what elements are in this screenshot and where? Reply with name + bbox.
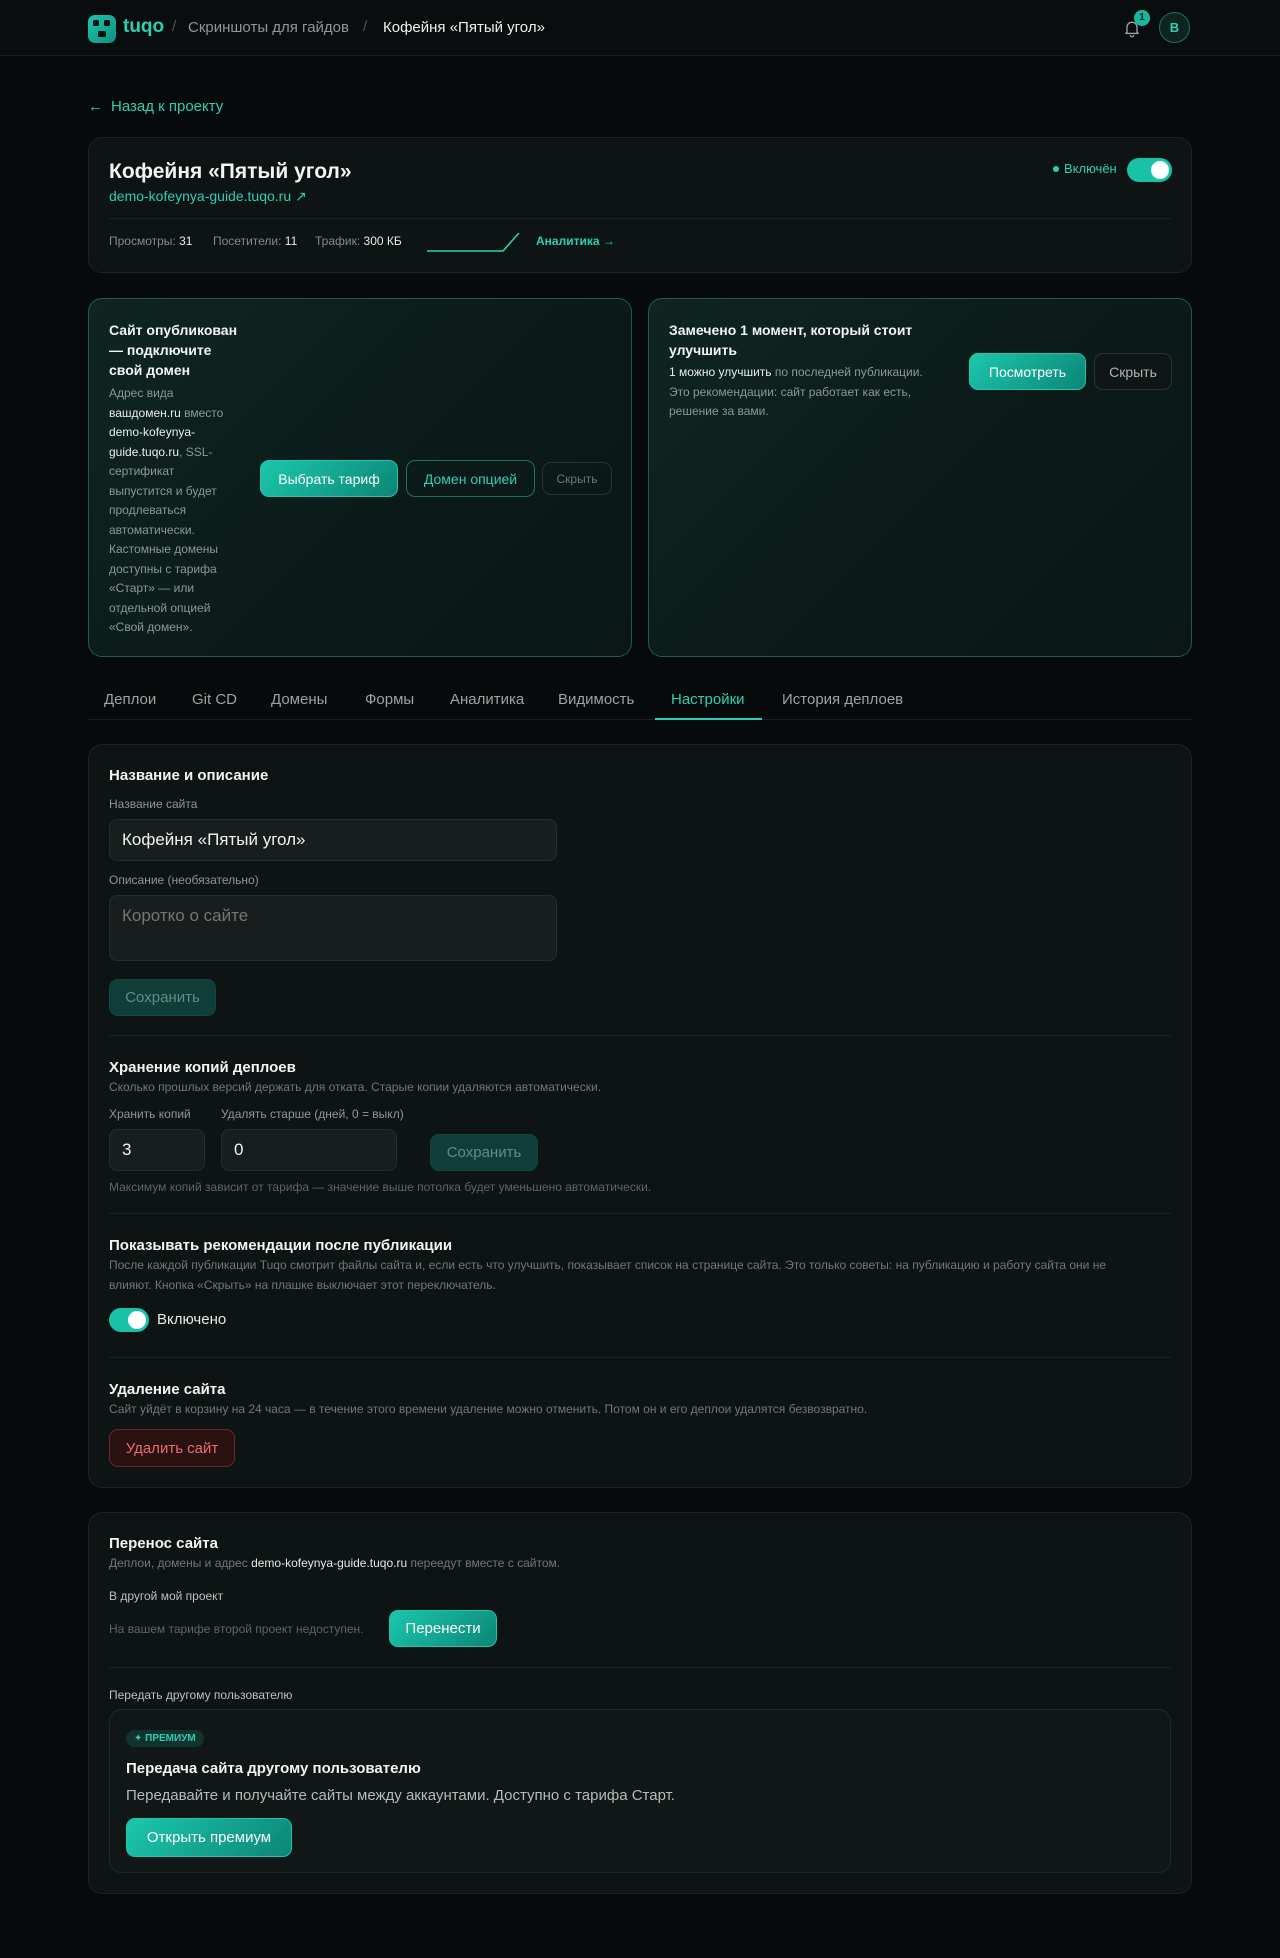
site-status: Включён: [1064, 161, 1117, 176]
transfer-subtitle: Деплои, домены и адрес demo-kofeynya-gui…: [109, 1556, 561, 1570]
custom-domain-promo: Сайт опубликован — подключите свой домен…: [88, 298, 632, 657]
arrow-left-icon: ←: [88, 98, 103, 115]
premium-badge: ✦ ПРЕМИУМ: [126, 1730, 204, 1747]
delete-section-title: Удаление сайта: [109, 1381, 226, 1398]
divider: [109, 1357, 1171, 1358]
analytics-link[interactable]: Аналитика →: [536, 234, 615, 248]
divider: [109, 1035, 1171, 1036]
domain-option-button[interactable]: Домен опцией: [406, 460, 535, 497]
backups-subtitle: Сколько прошлых версий держать для откат…: [109, 1080, 602, 1094]
own-project-note: На вашем тарифе второй проект недоступен…: [109, 1622, 364, 1636]
divider: [109, 1213, 1171, 1214]
breadcrumb-project[interactable]: Скриншоты для гайдов: [188, 19, 349, 36]
breadcrumb-site: Кофейня «Пятый угол»: [383, 19, 545, 36]
recommendations-text: После каждой публикации Tuqo смотрит фай…: [109, 1258, 1107, 1292]
breadcrumb-separator: /: [172, 18, 177, 35]
hide-recs-promo-button[interactable]: Скрыть: [1094, 353, 1172, 390]
domain-promo-text: Адрес вида вашдомен.ru вместо demo-kofeyny…: [109, 386, 224, 634]
stat-visitors: Посетители: 11: [213, 234, 298, 248]
stat-views: Просмотры: 31: [109, 234, 193, 248]
open-premium-button[interactable]: Открыть премиум: [126, 1818, 292, 1857]
save-backups-button[interactable]: Сохранить: [430, 1134, 538, 1171]
save-name-button[interactable]: Сохранить: [109, 979, 216, 1016]
site-name-label: Название сайта: [109, 797, 198, 811]
other-user-label: Передать другому пользователю: [109, 1688, 293, 1702]
recs-promo-title: Замечено 1 момент, который стоит улучшит…: [669, 322, 913, 358]
delete-older-input[interactable]: [221, 1129, 397, 1171]
back-to-project-link[interactable]: ← Назад к проекту: [88, 98, 223, 115]
top-bar: tuqo / Скриншоты для гайдов / Кофейня «П…: [0, 0, 1280, 56]
delete-older-label: Удалять старше (дней, 0 = выкл): [221, 1107, 404, 1121]
tab-deploy-history[interactable]: История деплоев: [782, 691, 903, 708]
status-dot-icon: [1053, 166, 1059, 172]
premium-text: Передавайте и получайте сайты между акка…: [126, 1787, 675, 1804]
recommendations-toggle-label: Включено: [157, 1311, 227, 1328]
recommendations-promo: Замечено 1 момент, который стоит улучшит…: [648, 298, 1192, 657]
backups-section-title: Хранение копий деплоев: [109, 1059, 296, 1076]
divider: [109, 1667, 1171, 1668]
traffic-sparkline: [427, 232, 520, 252]
keep-copies-input[interactable]: [109, 1129, 205, 1171]
settings-card: Название и описание Название сайта Описа…: [88, 744, 1192, 1488]
recommendations-toggle[interactable]: [109, 1308, 149, 1332]
domain-promo-title: Сайт опубликован — подключите свой домен: [109, 322, 238, 378]
tab-visibility[interactable]: Видимость: [558, 691, 634, 708]
tab-forms[interactable]: Формы: [365, 691, 414, 708]
site-description-label: Описание (необязательно): [109, 873, 259, 887]
site-tabs: Деплои Git CD Домены Формы Аналитика Вид…: [88, 680, 1192, 720]
view-recommendations-button[interactable]: Посмотреть: [969, 353, 1086, 390]
move-site-button[interactable]: Перенести: [389, 1610, 497, 1647]
logo-icon[interactable]: [88, 15, 116, 43]
recs-promo-text: 1 можно улучшить по последней публикации…: [669, 365, 923, 418]
stat-traffic: Трафик: 300 КБ: [315, 234, 402, 248]
site-url-link[interactable]: demo-kofeynya-guide.tuqo.ru ↗: [109, 188, 307, 205]
breadcrumb-separator: /: [363, 18, 368, 35]
delete-section-text: Сайт уйдёт в корзину на 24 часа — в тече…: [109, 1402, 868, 1416]
site-overview-card: Кофейня «Пятый угол» demo-kofeynya-guide…: [88, 137, 1192, 273]
choose-plan-button[interactable]: Выбрать тариф: [260, 460, 398, 497]
backups-note: Максимум копий зависит от тарифа — значе…: [109, 1180, 652, 1194]
tab-domains[interactable]: Домены: [271, 691, 327, 708]
site-title: Кофейня «Пятый угол»: [109, 160, 352, 183]
site-description-input[interactable]: [109, 895, 557, 961]
site-enabled-toggle[interactable]: [1127, 158, 1172, 182]
divider: [109, 218, 1171, 219]
notification-badge: 1: [1134, 10, 1150, 26]
delete-site-button[interactable]: Удалить сайт: [109, 1429, 235, 1467]
transfer-card: Перенос сайта Деплои, домены и адрес dem…: [88, 1512, 1192, 1894]
tab-analytics[interactable]: Аналитика: [450, 691, 524, 708]
tab-deploys[interactable]: Деплои: [104, 691, 156, 708]
premium-transfer-box: ✦ ПРЕМИУМ Передача сайта другому пользов…: [109, 1709, 1171, 1873]
hide-domain-promo-button[interactable]: Скрыть: [542, 462, 612, 495]
own-project-label: В другой мой проект: [109, 1589, 224, 1603]
transfer-title: Перенос сайта: [109, 1535, 218, 1552]
site-name-input[interactable]: [109, 819, 557, 861]
name-section-title: Название и описание: [109, 767, 269, 784]
premium-title: Передача сайта другому пользователю: [126, 1760, 421, 1777]
logo-text[interactable]: tuqo: [123, 16, 164, 38]
avatar[interactable]: В: [1159, 12, 1190, 43]
tab-settings[interactable]: Настройки: [671, 691, 745, 708]
active-tab-indicator: [655, 718, 762, 720]
tab-git-cd[interactable]: Git CD: [192, 691, 237, 708]
recommendations-section-title: Показывать рекомендации после публикации: [109, 1237, 453, 1254]
keep-copies-label: Хранить копий: [109, 1107, 191, 1121]
